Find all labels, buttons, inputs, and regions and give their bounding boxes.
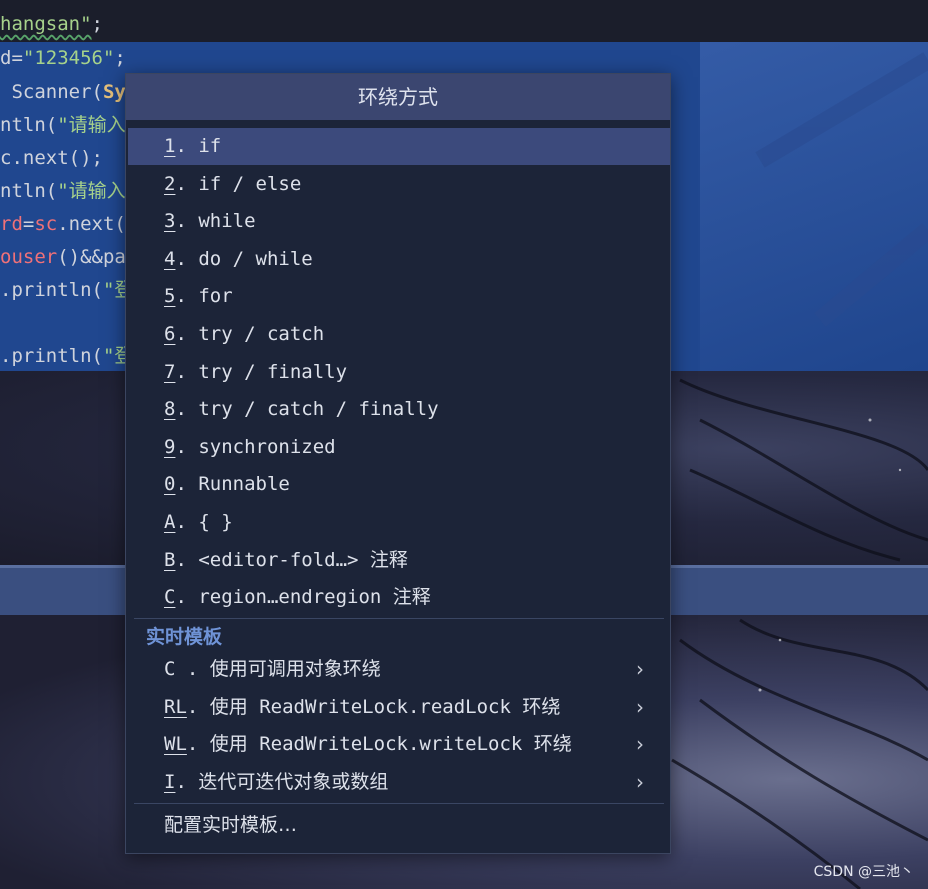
live-template-option[interactable]: I. 迭代可迭代对象或数组 › [128,764,670,801]
surround-option[interactable]: 6. try / catch [128,316,670,353]
option-label: . try / finally [175,360,348,383]
code-line[interactable]: d="123456"; [0,44,126,72]
code-line[interactable]: ntln("请输入 [0,111,126,139]
live-templates-header: 实时模板 [146,626,223,648]
code-line[interactable]: ouser()&&pa [0,243,126,271]
chevron-right-icon: › [636,657,644,681]
option-label: . do / while [175,247,313,270]
option-label: . { } [175,511,233,533]
option-label: . region…endregion [175,586,393,609]
surround-option[interactable]: A. { } [128,504,670,541]
option-label: . if / else [175,172,302,195]
option-label: . <editor-fold…> [175,548,370,571]
mnemonic-key: 4 [164,247,176,270]
option-label: . try / catch [175,323,325,345]
chevron-right-icon: › [636,769,644,794]
mnemonic-key: 3 [164,210,176,233]
watermark: CSDN @三池丶 [813,864,914,880]
mnemonic-key: 9 [164,435,176,458]
mnemonic-key: B [164,548,176,571]
code-line[interactable]: .println("登 [0,342,133,370]
configure-live-templates-link[interactable]: 配置实时模板… [164,810,297,837]
live-template-option[interactable]: WL. 使用 ReadWriteLock.writeLock 环绕 › [128,726,670,763]
mnemonic-key: 1 [164,135,176,157]
popup-title: 环绕方式 [126,74,670,120]
mnemonic-key: 2 [164,172,176,195]
mnemonic-key: 5 [164,285,176,308]
separator [134,803,664,804]
option-label: . for [175,285,233,308]
surround-option[interactable]: 4. do / while [128,241,670,278]
option-label: . if [175,135,222,157]
code-line[interactable]: hangsan"; [0,10,103,38]
mnemonic-key: 7 [164,360,176,383]
option-label: . Runnable [175,473,290,496]
surround-option[interactable]: C. region…endregion 注释 [128,579,670,616]
option-comment: 注释 [392,586,431,609]
surround-with-popup[interactable]: 环绕方式 1. if 2. if / else 3. while 4. do / wh… [125,73,671,854]
live-template-option[interactable]: RL. 使用 ReadWriteLock.readLock 环绕 › [128,689,670,726]
code-line[interactable]: c.next(); [0,144,103,172]
surround-option[interactable]: 9. synchronized [128,429,670,466]
mnemonic-key: I [164,770,176,793]
mnemonic-key: 6 [164,323,176,345]
surround-option[interactable]: 7. try / finally [128,354,670,391]
surround-option[interactable]: 2. if / else [128,166,670,203]
mnemonic-key: RL [164,695,187,718]
option-comment: 注释 [369,548,408,571]
mnemonic-key: C [164,586,176,609]
code-line[interactable]: ntln("请输入 [0,177,126,205]
code-line[interactable]: Scanner(Sy [0,78,125,106]
surround-option[interactable]: 1. if [128,128,670,165]
code-line[interactable]: rd=sc.next( [0,210,126,238]
option-label: . while [175,210,256,233]
chevron-right-icon: › [636,694,644,719]
surround-option[interactable]: 3. while [128,203,670,240]
live-template-option[interactable]: C . 使用可调用对象环绕 › [128,651,670,688]
code-line[interactable]: .println("登 [0,276,133,304]
mnemonic-key: 8 [164,398,176,421]
chevron-right-icon: › [636,732,644,757]
surround-option[interactable]: 0. Runnable [128,466,670,503]
mnemonic-key: 0 [164,473,176,496]
separator [134,618,664,619]
option-label: . synchronized [175,435,336,458]
mnemonic-key: A [164,511,176,533]
mnemonic-key: WL [164,733,187,756]
option-label: . try / catch / finally [175,398,439,421]
surround-option[interactable]: B. <editor-fold…> 注释 [128,542,670,579]
surround-option[interactable]: 8. try / catch / finally [128,391,670,428]
surround-option[interactable]: 5. for [128,278,670,315]
